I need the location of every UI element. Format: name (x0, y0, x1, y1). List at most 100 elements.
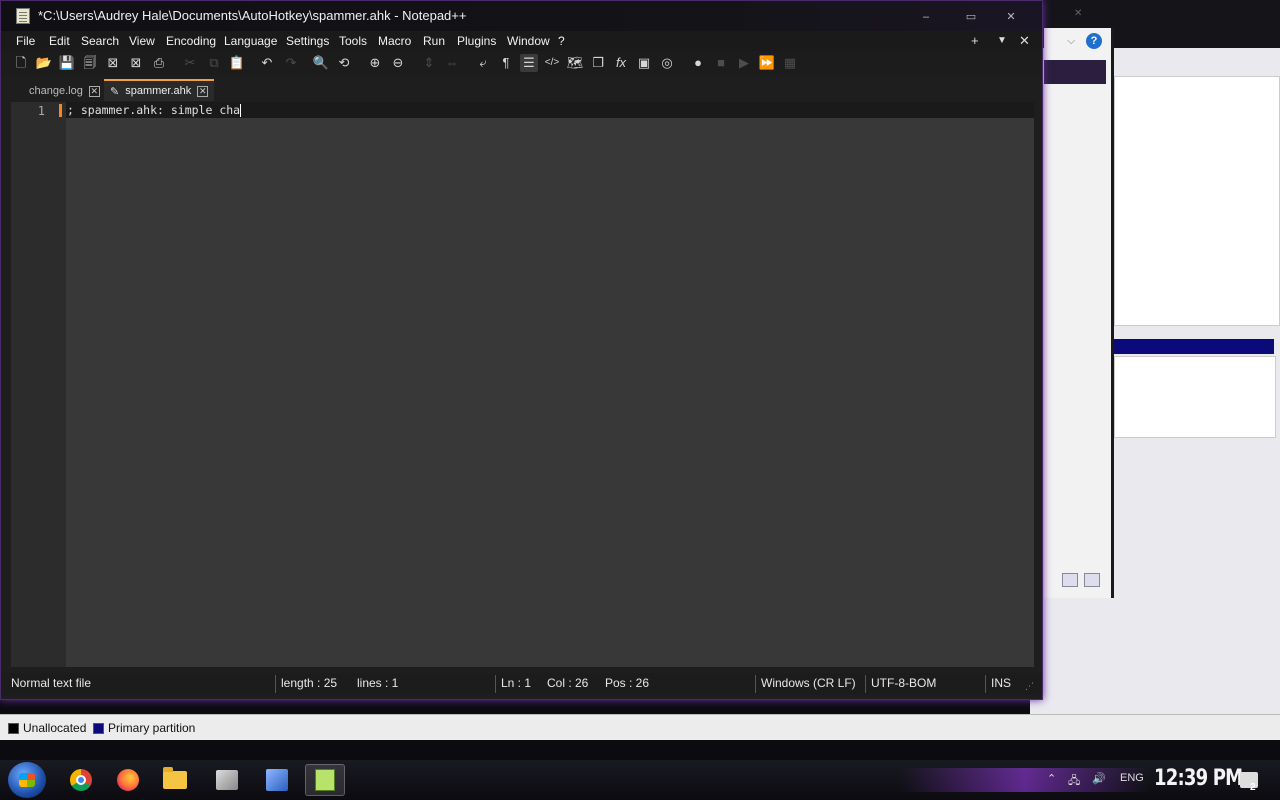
tab-spammer-ahk[interactable]: ✎ spammer.ahk ✕ (104, 79, 215, 101)
macro-play-multiple-icon[interactable]: ⏩ (758, 54, 776, 72)
monitoring-icon[interactable]: ◎ (658, 54, 676, 72)
menu-macro[interactable]: Macro (378, 34, 411, 48)
status-mode[interactable]: INS (991, 676, 1011, 690)
status-pos: Pos : 26 (605, 676, 650, 690)
xml-tag-icon[interactable]: </> (543, 54, 561, 72)
replace-icon[interactable]: ⟲ (335, 54, 353, 72)
word-wrap-icon[interactable]: ⤶ (474, 54, 492, 72)
close-icon[interactable]: ✕ (1074, 8, 1082, 19)
taskbar-app[interactable] (207, 764, 247, 796)
clock[interactable]: 12:39 PM (1154, 766, 1243, 791)
paste-icon[interactable]: 📋 (228, 54, 246, 72)
help-icon[interactable]: ? (1086, 33, 1102, 49)
taskbar-glow (900, 768, 1150, 792)
code-line[interactable]: ; spammer.ahk: simple cha (67, 103, 242, 117)
menu-plugins[interactable]: Plugins (457, 34, 496, 48)
tab-close-icon[interactable]: ✕ (88, 85, 100, 97)
tab-label: spammer.ahk (125, 85, 192, 97)
chrome-icon (70, 769, 92, 791)
primary-swatch (93, 722, 104, 734)
open-file-icon[interactable]: 📂 (35, 54, 53, 72)
line-number-gutter: 1 (11, 102, 66, 667)
menu-tools[interactable]: Tools (339, 34, 367, 48)
chevron-down-icon[interactable]: ⌵ (1067, 35, 1075, 48)
status-ln: Ln : 1 (501, 676, 532, 690)
volume-icon[interactable]: 🔊 (1092, 772, 1106, 785)
close-all-icon[interactable]: ⊠ (127, 54, 145, 72)
text-caret (240, 104, 242, 117)
notepad-plus-plus-icon (315, 769, 335, 791)
minimize-button[interactable]: – (911, 7, 941, 27)
new-file-icon[interactable]: 🗋 (12, 54, 30, 72)
selected-disk-row[interactable] (1114, 339, 1274, 354)
macro-record-icon[interactable]: ● (689, 54, 707, 72)
cut-icon[interactable]: ✂ (181, 54, 199, 72)
print-icon[interactable]: ⎙ (150, 54, 168, 72)
taskbar-explorer[interactable] (155, 764, 195, 796)
language-indicator[interactable]: ENG (1120, 772, 1144, 784)
notification-count: 2 (1250, 782, 1256, 793)
menu-search[interactable]: Search (81, 34, 119, 48)
tab-list-dropdown-icon[interactable]: ▼ (997, 35, 1007, 46)
taskbar-chrome[interactable] (61, 764, 101, 796)
add-tab-icon[interactable]: + (971, 33, 979, 48)
window-title: *C:\Users\Audrey Hale\Documents\AutoHotk… (38, 8, 467, 23)
graphical-view-icon[interactable] (1084, 573, 1100, 587)
status-divider (985, 675, 986, 693)
notepad-app-icon (16, 8, 30, 24)
close-file-icon[interactable]: ⊠ (104, 54, 122, 72)
copy-icon[interactable]: ⧉ (205, 54, 223, 72)
search-icon[interactable] (1044, 60, 1106, 84)
tab-close-icon[interactable]: ✕ (197, 85, 209, 97)
show-hidden-icons-icon[interactable]: ⌃ (1047, 772, 1056, 785)
sync-horizontal-icon[interactable]: ⇔ (443, 54, 461, 72)
save-all-icon[interactable]: 🗐 (81, 54, 99, 72)
document-map-icon[interactable]: 🗺 (566, 54, 584, 72)
save-icon[interactable]: 💾 (58, 54, 76, 72)
menu-run[interactable]: Run (423, 34, 445, 48)
menu-view[interactable]: View (129, 34, 155, 48)
start-button[interactable] (8, 762, 46, 798)
redo-icon[interactable]: ↷ (282, 54, 300, 72)
network-icon[interactable]: 🖧 (1068, 772, 1080, 791)
macro-play-icon[interactable]: ▶ (735, 54, 753, 72)
menu-settings[interactable]: Settings (286, 34, 329, 48)
status-eol[interactable]: Windows (CR LF) (761, 676, 856, 690)
taskbar-computer-management[interactable] (257, 764, 297, 796)
menu-help[interactable]: ? (558, 34, 565, 48)
status-divider (865, 675, 866, 693)
find-icon[interactable]: 🔍 (312, 54, 330, 72)
zoom-in-icon[interactable]: ⊕ (366, 54, 384, 72)
tab-change-log[interactable]: change.log ✕ (23, 81, 106, 101)
zoom-out-icon[interactable]: ⊖ (389, 54, 407, 72)
menu-window[interactable]: Window (507, 34, 550, 48)
taskbar-notepad-plus-plus[interactable] (305, 764, 345, 796)
menu-encoding[interactable]: Encoding (166, 34, 216, 48)
indent-guide-icon[interactable]: ☰ (520, 54, 538, 72)
menu-bar: File Edit Search View Encoding Language … (1, 31, 1042, 51)
taskbar-firefox[interactable] (108, 764, 148, 796)
editor-area[interactable]: 1 ; spammer.ahk: simple cha (11, 102, 1034, 667)
status-encoding[interactable]: UTF-8-BOM (871, 676, 936, 690)
function-list-icon[interactable]: fx (612, 54, 630, 72)
undo-icon[interactable]: ↶ (258, 54, 276, 72)
change-marker (59, 104, 62, 117)
sync-vertical-icon[interactable]: ⇕ (420, 54, 438, 72)
list-view-icon[interactable] (1062, 573, 1078, 587)
menu-language[interactable]: Language (224, 34, 277, 48)
close-button[interactable]: ✕ (996, 7, 1026, 27)
document-list-icon[interactable]: ❐ (589, 54, 607, 72)
macro-stop-icon[interactable]: ■ (712, 54, 730, 72)
resize-grip-icon[interactable]: ⋰ (1025, 681, 1035, 691)
macro-save-icon[interactable]: ▦ (781, 54, 799, 72)
folder-workspace-icon[interactable]: ▣ (635, 54, 653, 72)
menu-file[interactable]: File (16, 34, 35, 48)
menu-edit[interactable]: Edit (49, 34, 70, 48)
status-file-type: Normal text file (11, 676, 92, 690)
disk-list (1114, 356, 1276, 438)
status-lines: lines : 1 (357, 676, 399, 690)
title-bar[interactable]: *C:\Users\Audrey Hale\Documents\AutoHotk… (1, 1, 1042, 31)
close-tab-icon[interactable]: ✕ (1019, 33, 1030, 49)
maximize-button[interactable]: ▭ (956, 7, 986, 27)
show-all-chars-icon[interactable]: ¶ (497, 54, 515, 72)
